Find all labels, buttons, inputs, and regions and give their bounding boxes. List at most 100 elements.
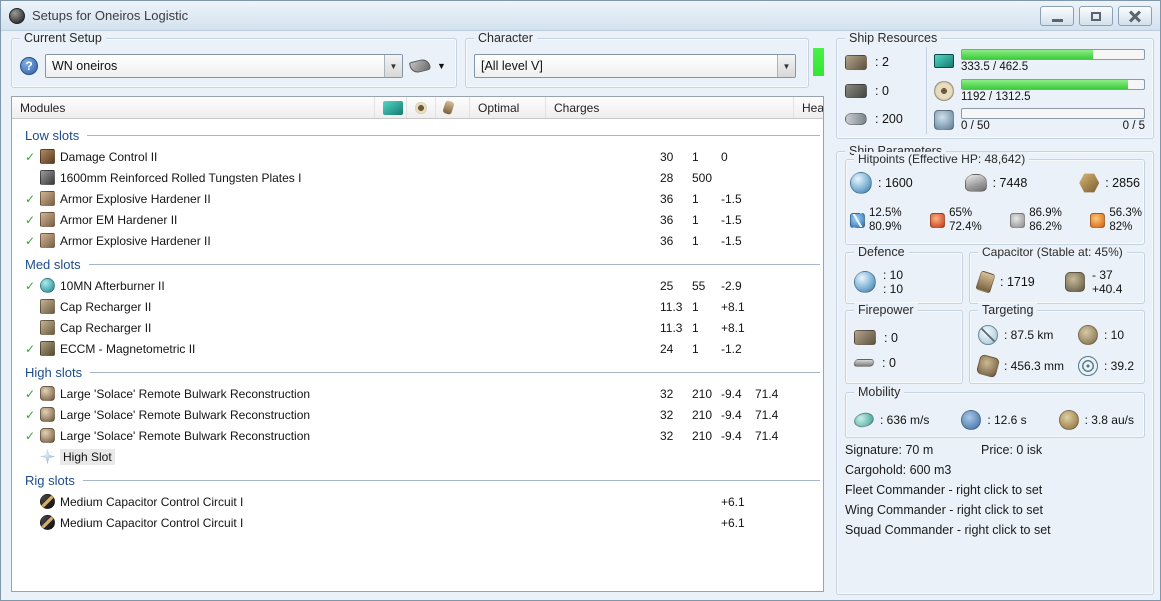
active-check-icon: ✓	[25, 407, 36, 422]
structure-hp-icon	[1079, 173, 1100, 193]
damage-control-icon	[40, 149, 55, 164]
resistances: 12.5% 80.9% 65% 72.4% 86.9% 86.2% 56.3% 82%	[850, 206, 1142, 234]
help-icon[interactable]: ?	[20, 57, 38, 75]
resource-value: : 200	[875, 112, 903, 126]
module-row[interactable]: ✓ Damage Control II 30 1 0	[12, 146, 823, 167]
ship-fitting-icon[interactable]	[408, 57, 432, 75]
module-name-cell: 1600mm Reinforced Rolled Tungsten Plates…	[12, 170, 652, 185]
explosive-resist-icon	[1090, 212, 1106, 228]
wing-commander-setting[interactable]: Wing Commander - right click to set	[845, 500, 1051, 520]
module-row[interactable]: High Slot	[12, 446, 823, 467]
powergrid-icon	[415, 101, 427, 114]
character-group: Character [All level V] ▼	[465, 31, 809, 88]
em-resist-group: 12.5% 80.9%	[850, 206, 902, 234]
module-name: ECCM - Magnetometric II	[60, 341, 196, 356]
module-row[interactable]: ✓ Large 'Solace' Remote Bulwark Reconstru…	[12, 404, 823, 425]
optimal-value: 71.4	[755, 407, 779, 422]
pg-value: 500	[692, 170, 713, 185]
align-time-icon	[961, 410, 982, 430]
active-check-icon: ✓	[25, 386, 36, 401]
chevron-down-icon[interactable]: ▼	[384, 55, 402, 77]
hardener-icon	[40, 233, 55, 248]
max-velocity-value: : 636 m/s	[880, 413, 930, 427]
capacitor-column-header[interactable]	[436, 97, 470, 118]
bar-usage-text: 0 / 50	[961, 120, 990, 132]
signature-value: Signature: 70 m	[845, 443, 934, 457]
active-check-icon: ✓	[25, 278, 36, 293]
armor-resist-value: 80.9%	[869, 221, 902, 233]
remote-rep-icon	[40, 407, 55, 422]
slot-section-header: Rig slots	[12, 469, 823, 491]
optimal-value: 71.4	[755, 428, 779, 443]
cap-recharger-icon	[40, 299, 55, 314]
resource-bar-stack: 0 / 50 0 / 5	[961, 108, 1145, 132]
chevron-down-icon[interactable]: ▼	[777, 55, 795, 77]
module-name-cell: ✓ Large 'Solace' Remote Bulwark Reconstru…	[12, 428, 652, 443]
module-row[interactable]: Medium Capacitor Control Circuit I +6.1	[12, 491, 823, 512]
optimal-value: 71.4	[755, 386, 779, 401]
modules-table: Modules Optimal Charges Hea Low slots ✓ Da…	[11, 96, 824, 592]
hp-group: : 1600	[850, 172, 913, 194]
charges-column-header[interactable]: Charges	[546, 97, 794, 118]
powergrid-column-header[interactable]	[407, 97, 436, 118]
module-name: Medium Capacitor Control Circuit I	[60, 515, 244, 530]
module-row[interactable]: ✓ Armor EM Hardener II 36 1 -1.5	[12, 209, 823, 230]
module-row[interactable]: ✓ 10MN Afterburner II 25 55 -2.9	[12, 275, 823, 296]
cpu-value: 25	[660, 278, 674, 293]
module-row[interactable]: Medium Capacitor Control Circuit I +6.1	[12, 512, 823, 533]
hardener-icon	[40, 191, 55, 206]
module-row[interactable]: 1600mm Reinforced Rolled Tungsten Plates…	[12, 167, 823, 188]
cap-value: -9.4	[721, 428, 742, 443]
squad-commander-setting[interactable]: Squad Commander - right click to set	[845, 520, 1051, 540]
active-check-icon: ✓	[25, 149, 36, 164]
module-row[interactable]: Cap Recharger II 11.3 1 +8.1	[12, 296, 823, 317]
resource-bar-stack: 1192 / 1312.5	[961, 78, 1145, 103]
resource-bar	[961, 49, 1145, 60]
close-button[interactable]	[1118, 6, 1152, 26]
section-label: Low slots	[25, 127, 80, 143]
defence-shield-icon	[854, 271, 876, 293]
module-row[interactable]: ✓ Armor Explosive Hardener II 36 1 -1.5	[12, 188, 823, 209]
window-title: Setups for Oneiros Logistic	[32, 8, 189, 23]
fleet-commander-setting[interactable]: Fleet Commander - right click to set	[845, 480, 1051, 500]
module-row[interactable]: ✓ ECCM - Magnetometric II 24 1 -1.2	[12, 338, 823, 359]
em-resist-icon	[850, 212, 865, 228]
resist-values: 86.9% 86.2%	[1029, 206, 1062, 234]
module-name-cell: High Slot	[12, 448, 652, 465]
targeting-range-icon	[978, 324, 998, 345]
cap-value: +8.1	[721, 299, 745, 314]
modules-column-header[interactable]: Modules	[12, 97, 375, 118]
cpu-column-header[interactable]	[375, 97, 407, 118]
pg-value: 55	[692, 278, 706, 293]
fitting-menu-chevron-icon[interactable]: ▼	[437, 61, 446, 71]
maximize-button[interactable]	[1079, 6, 1113, 26]
armor-plate-icon	[40, 170, 55, 185]
module-row[interactable]: Cap Recharger II 11.3 1 +8.1	[12, 317, 823, 338]
hp-value: : 1600	[878, 176, 913, 190]
minimize-button[interactable]	[1040, 6, 1074, 26]
current-setup-combobox[interactable]: WN oneiros ▼	[45, 54, 403, 78]
eccm-icon	[40, 341, 55, 356]
explosive-resist-group: 56.3% 82%	[1090, 206, 1142, 234]
optimal-column-header[interactable]: Optimal	[470, 97, 546, 118]
resource-stat: : 0	[845, 78, 919, 104]
scan-resolution-value: : 456.3 mm	[1004, 358, 1065, 373]
module-row[interactable]: ✓ Large 'Solace' Remote Bulwark Reconstru…	[12, 383, 823, 404]
section-label: High slots	[25, 364, 83, 380]
module-name: Armor EM Hardener II	[60, 212, 178, 227]
cpu-value: 11.3	[660, 320, 683, 335]
capacitor-amount: : 1719	[1000, 275, 1035, 289]
character-combobox[interactable]: [All level V] ▼	[474, 54, 796, 78]
title-bar[interactable]: Setups for Oneiros Logistic	[1, 1, 1160, 31]
character-value: [All level V]	[481, 59, 543, 73]
capacitor-drain: - 37	[1092, 268, 1113, 282]
current-setup-value: WN oneiros	[52, 59, 118, 73]
cpu-icon	[383, 100, 403, 115]
ship-resources-group: Ship Resources : 2: 0: 200 333.5 / 462.5…	[836, 31, 1154, 139]
module-row[interactable]: ✓ Armor Explosive Hardener II 36 1 -1.5	[12, 230, 823, 251]
section-divider	[87, 134, 820, 136]
heat-column-header[interactable]: Hea	[794, 97, 823, 118]
module-name: 10MN Afterburner II	[60, 278, 165, 293]
module-row[interactable]: ✓ Large 'Solace' Remote Bulwark Reconstru…	[12, 425, 823, 446]
cap-value: 0	[721, 149, 728, 164]
